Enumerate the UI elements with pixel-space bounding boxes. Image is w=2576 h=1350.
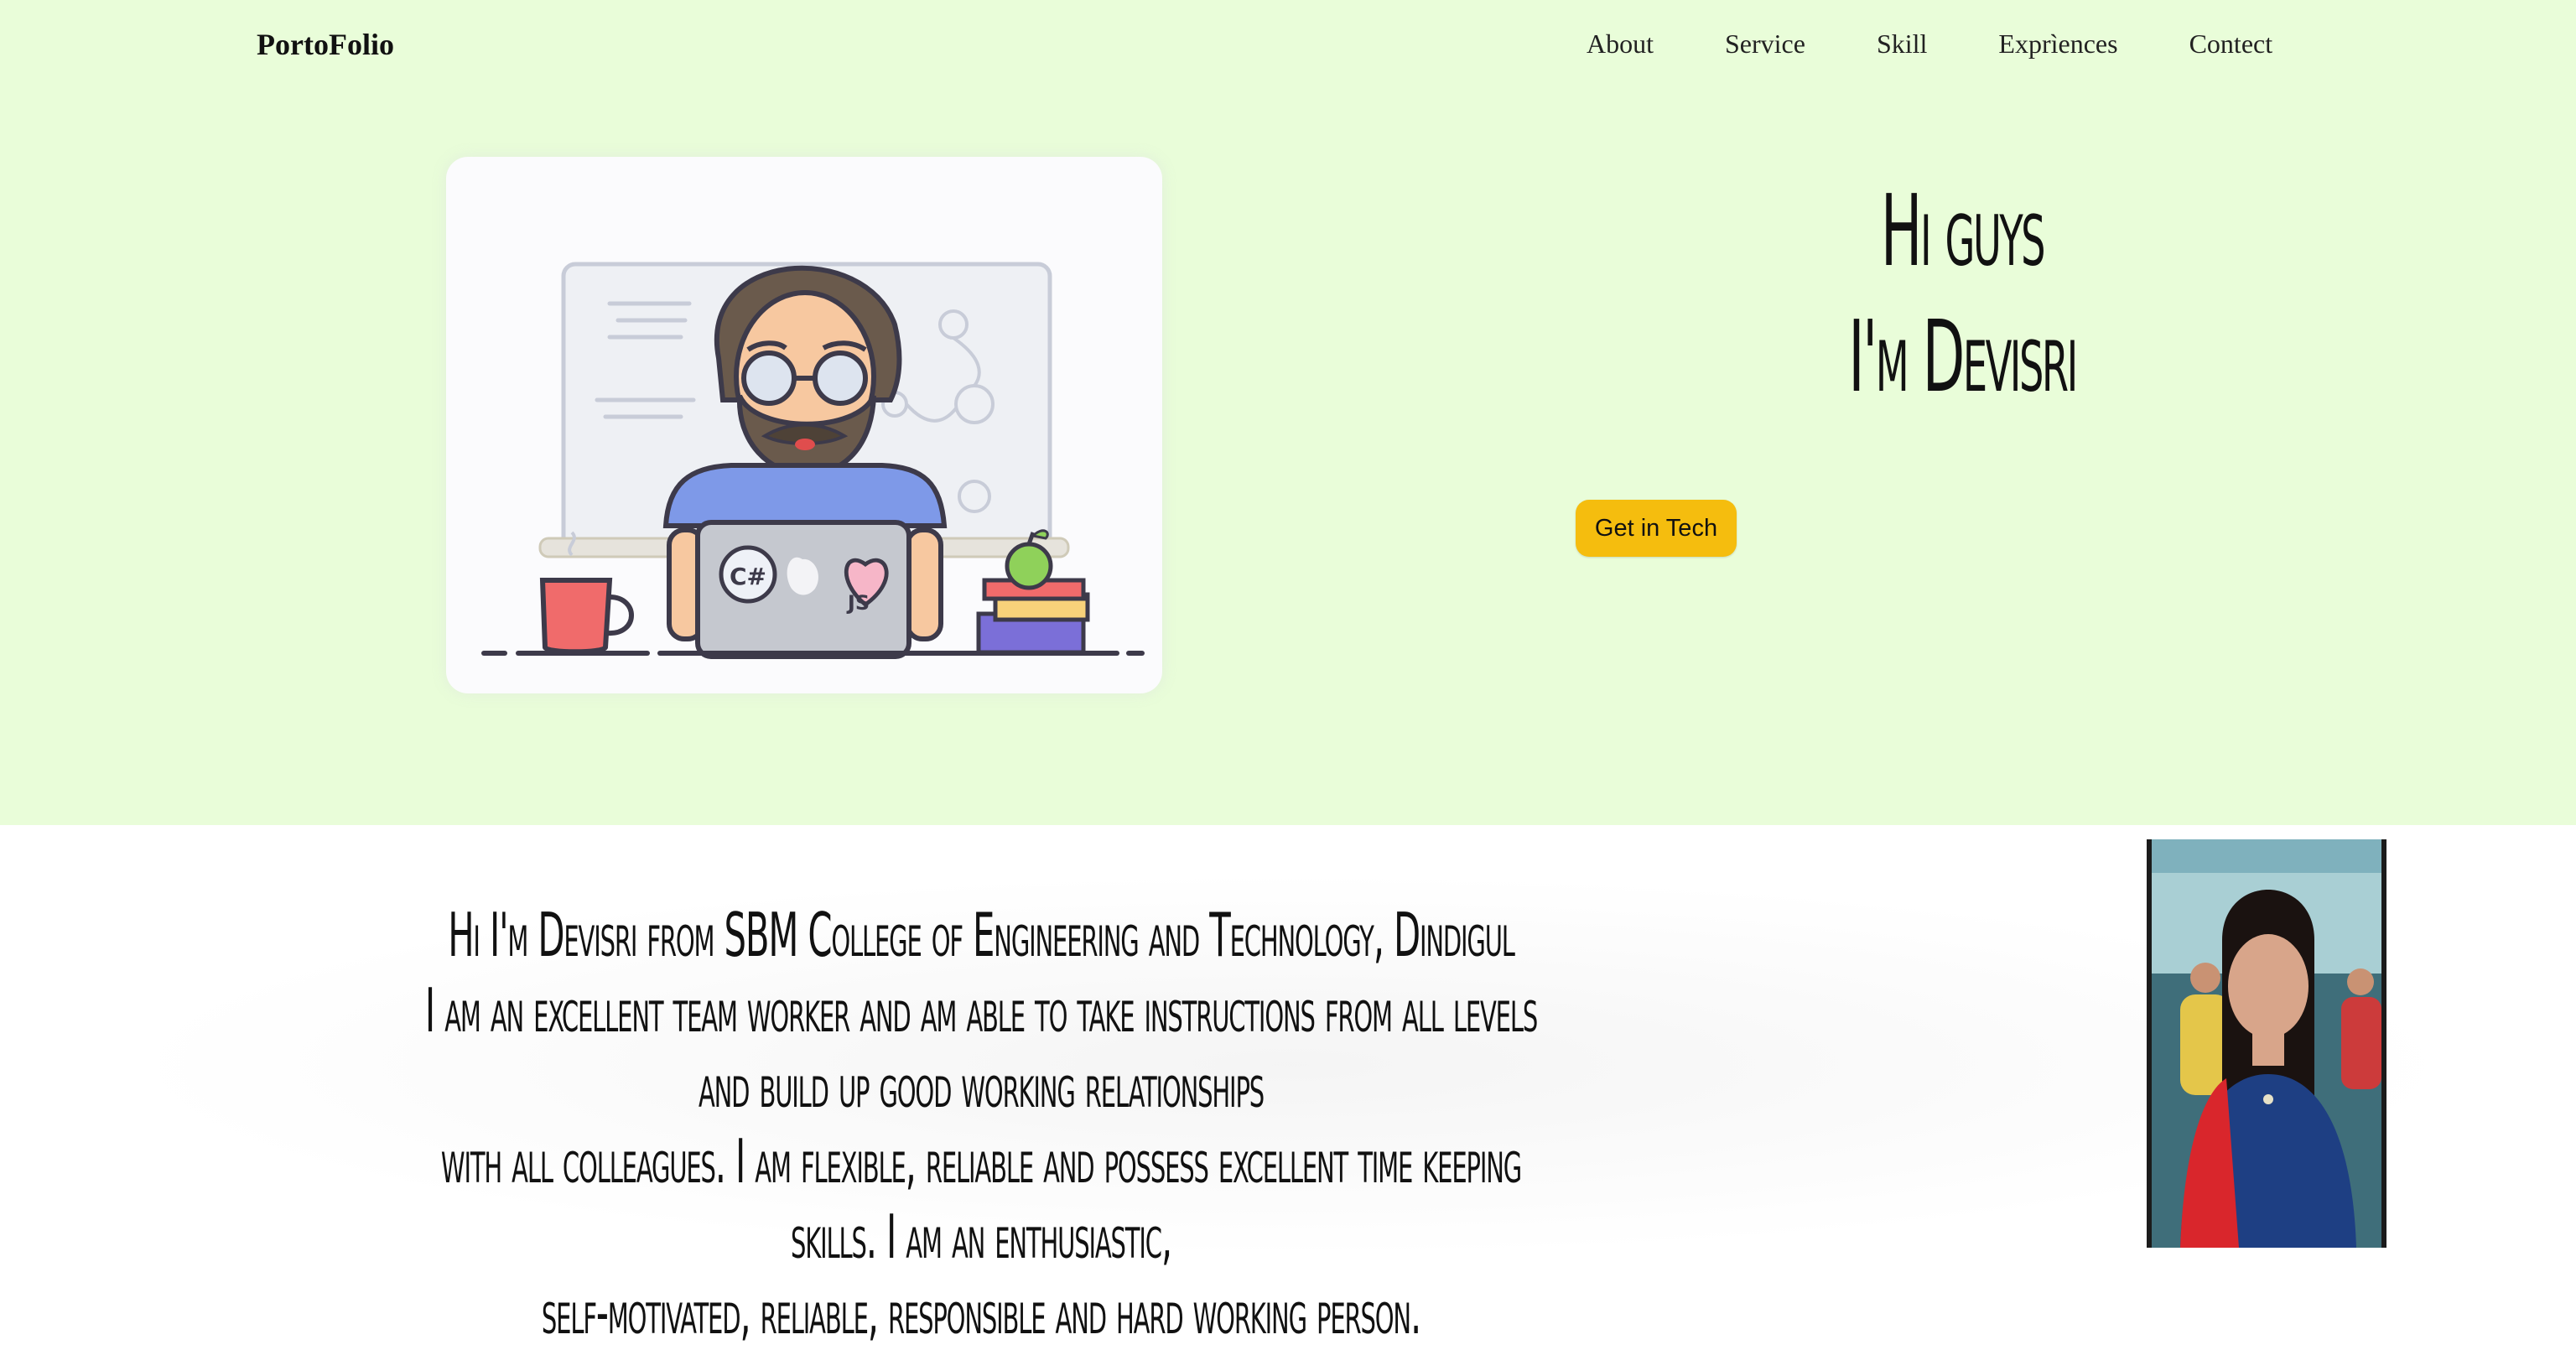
developer-illustration: C# JS: [446, 157, 1162, 693]
about-text: Hi I'm Devisri from SBM College of Engin…: [412, 897, 1550, 1350]
nav-skill[interactable]: Skill: [1877, 29, 1927, 60]
get-in-tech-button[interactable]: Get in Tech: [1576, 500, 1737, 557]
hero-greeting: Hi guys I'm Devisri: [1733, 168, 2191, 419]
books-icon: [976, 578, 1090, 655]
nav-service[interactable]: Service: [1725, 29, 1805, 60]
nav-about[interactable]: About: [1587, 29, 1654, 60]
shirt-shape: [662, 463, 948, 528]
top-nav: About Service Skill Exprìences Contect: [1587, 29, 2344, 60]
js-sticker-label: JS: [846, 591, 870, 615]
nav-experiences[interactable]: Exprìences: [1998, 29, 2117, 60]
about-line-4: self-motivated, reliable, responsible an…: [541, 1277, 1421, 1347]
greeting-line-1: Hi guys: [1880, 173, 2046, 288]
developer-illustration-svg: C# JS: [481, 262, 1145, 659]
nav-contact[interactable]: Contect: [2189, 29, 2273, 60]
profile-photo: [2147, 839, 2386, 1248]
about-line-3: with all colleagues. I am flexible, reli…: [440, 1126, 1522, 1272]
profile-photo-image: [2147, 839, 2386, 1248]
csharp-sticker-label: C#: [730, 563, 766, 590]
about-line-2: I am an excellent team worker and am abl…: [424, 975, 1538, 1121]
mouth-shape: [795, 439, 815, 450]
site-logo[interactable]: PortoFolio: [257, 27, 394, 62]
greeting-line-2: I'm Devisri: [1848, 299, 2078, 414]
about-line-1: Hi I'm Devisri from SBM College of Engin…: [448, 900, 1515, 970]
